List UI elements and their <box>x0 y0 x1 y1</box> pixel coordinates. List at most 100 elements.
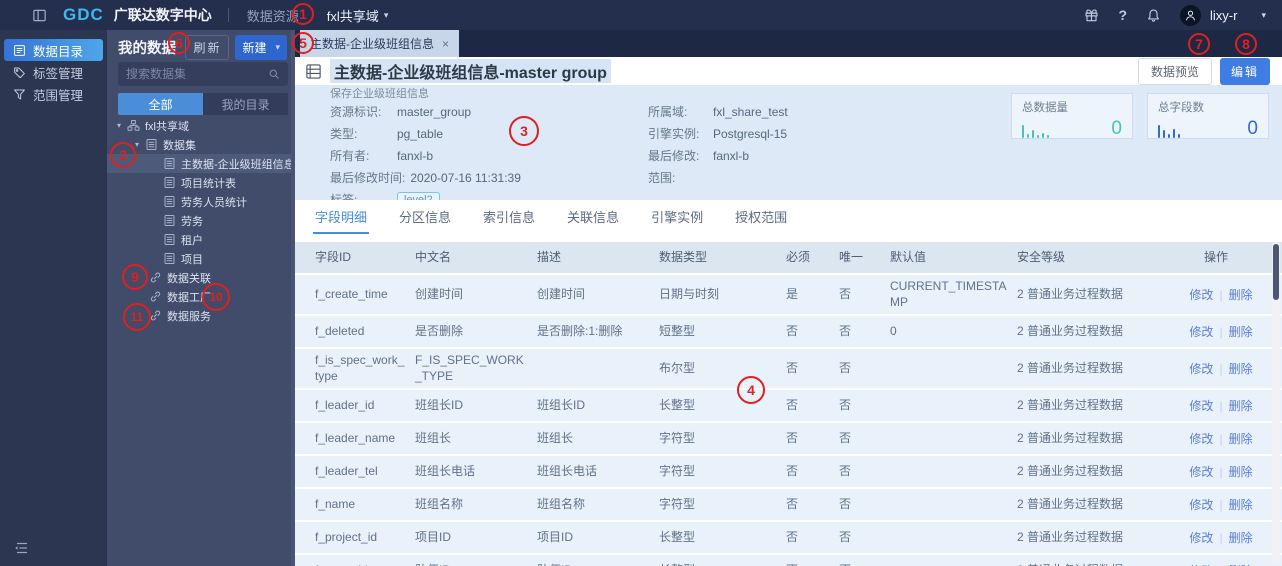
table-cell-cn: 班组名称 <box>415 497 464 512</box>
delete-link[interactable]: 删除 <box>1229 562 1253 566</box>
username[interactable]: lixy-r <box>1210 8 1237 23</box>
table-row: f_leader_id 班组长ID 班组长ID 长整型 否 否 2 普通业务过程数据 修改 | 删… <box>295 390 1282 422</box>
help-icon[interactable]: ? <box>1118 7 1127 23</box>
delete-link[interactable]: 删除 <box>1229 397 1253 414</box>
scope-tab[interactable]: 全部 <box>118 93 203 115</box>
chevron-down-icon[interactable]: ▾ <box>1261 10 1266 21</box>
modify-link[interactable]: 修改 <box>1189 463 1213 480</box>
divider <box>227 8 229 22</box>
detail-tab[interactable]: 关联信息 <box>565 200 621 234</box>
screen: GDC 广联达数字中心 数据资源 fxl共享域 ▾ ? lixy-r ▾ 数据目录标… <box>0 0 1282 566</box>
modify-link[interactable]: 修改 <box>1189 323 1213 340</box>
tree-item-label: 数据工厂 <box>167 291 211 304</box>
tree-item[interactable]: 主数据-企业级班组信息 <box>107 154 295 173</box>
table-cell-security: 2 普通业务过程数据 <box>1017 431 1124 446</box>
table-cell-desc: 创建时间 <box>537 286 586 301</box>
divider: | <box>1219 530 1223 545</box>
data-preview-button[interactable]: 数据预览 <box>1137 57 1212 85</box>
table-cell-desc: 班组长ID <box>537 398 586 413</box>
detail-tab[interactable]: 引擎实例 <box>649 200 705 234</box>
table-scrollbar[interactable] <box>1272 242 1280 564</box>
avatar[interactable] <box>1180 4 1202 26</box>
modify-link[interactable]: 修改 <box>1189 360 1213 377</box>
metadata-label: 类型: <box>330 127 358 141</box>
chevron-down-icon[interactable]: ▾ <box>117 121 127 130</box>
top-bar: GDC 广联达数字中心 数据资源 fxl共享域 ▾ ? lixy-r ▾ <box>0 0 1282 30</box>
sidebar-item[interactable]: 范围管理 <box>4 83 103 105</box>
table-cell-field_id: f_create_time <box>315 286 388 301</box>
link-icon <box>149 290 162 303</box>
tree-item[interactable]: ▾ 数据集 <box>107 135 295 154</box>
modify-link[interactable]: 修改 <box>1189 397 1213 414</box>
tree-item[interactable]: 租户 <box>107 230 295 249</box>
modify-link[interactable]: 修改 <box>1189 286 1213 303</box>
search-icon[interactable] <box>268 68 280 80</box>
delete-link[interactable]: 删除 <box>1229 463 1253 480</box>
delete-link[interactable]: 删除 <box>1229 529 1253 546</box>
metadata-value: Postgresql-15 <box>713 126 788 141</box>
table-cell-required: 否 <box>786 497 799 512</box>
table-cell-unique: 否 <box>839 398 852 413</box>
detail-tab[interactable]: 授权范围 <box>733 200 789 234</box>
metadata-value: fxl_share_test <box>713 104 788 119</box>
table-icon <box>305 63 322 80</box>
scrollbar-thumb[interactable] <box>1273 244 1279 300</box>
main-area: 主数据-企业级班组信息 × 主数据-企业级班组信息-master group 数… <box>295 30 1282 566</box>
sidebar-item[interactable]: 标签管理 <box>4 61 103 83</box>
delete-link[interactable]: 删除 <box>1229 323 1253 340</box>
metadata-value: 2020-07-16 11:31:39 <box>410 170 521 185</box>
tree-item-label: 租户 <box>181 234 203 247</box>
modify-link[interactable]: 修改 <box>1189 529 1213 546</box>
refresh-button[interactable]: 刷新 <box>185 34 230 60</box>
data-tree-panel: 我的数据 刷新 新建 ▾ 全部我的目录 ▾fxl共享域▾数据集主数据-企业级班组… <box>107 30 295 566</box>
bell-icon[interactable] <box>1146 8 1161 23</box>
detail-tab[interactable]: 分区信息 <box>397 200 453 234</box>
tree-item[interactable]: ▾ fxl共享域 <box>107 116 295 135</box>
topbar-right: ? lixy-r ▾ <box>1084 4 1282 26</box>
tag-icon <box>13 66 26 79</box>
tree-item[interactable]: 劳务人员统计 <box>107 192 295 211</box>
modify-link[interactable]: 修改 <box>1189 430 1213 447</box>
table-header: 字段ID 中文名 描述 数据类型 必须 唯一 默认值 安全等级 操作 <box>295 242 1282 273</box>
tree-item[interactable]: 数据服务 <box>107 306 295 325</box>
edit-button[interactable]: 编辑 <box>1219 57 1270 85</box>
chevron-down-icon[interactable]: ▾ <box>135 140 145 149</box>
divider: | <box>1219 287 1223 302</box>
divider: | <box>1219 324 1223 339</box>
table-cell-type: 短整型 <box>659 323 696 338</box>
metadata-value: fanxl-b <box>713 148 750 163</box>
search-input[interactable] <box>126 67 268 81</box>
collapse-sidebar-icon[interactable] <box>13 540 29 556</box>
stat-card: 总数据量 0 <box>1011 93 1133 139</box>
tree-item[interactable]: 数据工厂 <box>107 287 295 306</box>
tree-item[interactable]: 项目 <box>107 249 295 268</box>
modify-link[interactable]: 修改 <box>1189 562 1213 566</box>
delete-link[interactable]: 删除 <box>1229 286 1253 303</box>
app-layout-icon[interactable] <box>32 8 47 23</box>
catalog-icon <box>13 44 26 57</box>
delete-link[interactable]: 删除 <box>1229 496 1253 513</box>
topnav-item[interactable]: fxl共享域 ▾ <box>327 6 389 25</box>
tree-item[interactable]: 数据关联 <box>107 268 295 287</box>
delete-link[interactable]: 删除 <box>1229 430 1253 447</box>
table-cell-security: 2 普通业务过程数据 <box>1017 286 1124 301</box>
table-cell-desc: 班组长电话 <box>537 464 598 479</box>
close-icon[interactable]: × <box>442 37 449 51</box>
modify-link[interactable]: 修改 <box>1189 496 1213 513</box>
delete-link[interactable]: 删除 <box>1229 360 1253 377</box>
detail-tab[interactable]: 索引信息 <box>481 200 537 234</box>
topnav-item[interactable]: 数据资源 <box>247 6 299 25</box>
table-cell-type: 日期与时刻 <box>659 286 720 301</box>
detail-tab[interactable]: 字段明细 <box>313 200 370 234</box>
table-cell-field_id: f_leader_id <box>315 398 375 413</box>
tree-item[interactable]: 项目统计表 <box>107 173 295 192</box>
new-button[interactable]: 新建 ▾ <box>235 34 287 60</box>
scope-tab[interactable]: 我的目录 <box>203 93 288 115</box>
document-tab[interactable]: 主数据-企业级班组信息 × <box>300 30 460 57</box>
cluster-icon <box>127 119 140 132</box>
metadata-label: 资源标识: <box>330 105 382 119</box>
gift-icon[interactable] <box>1084 8 1099 23</box>
sidebar-item[interactable]: 数据目录 <box>4 39 103 61</box>
left-sidebar: 数据目录 标签管理 范围管理 <box>0 30 107 566</box>
tree-item[interactable]: 劳务 <box>107 211 295 230</box>
